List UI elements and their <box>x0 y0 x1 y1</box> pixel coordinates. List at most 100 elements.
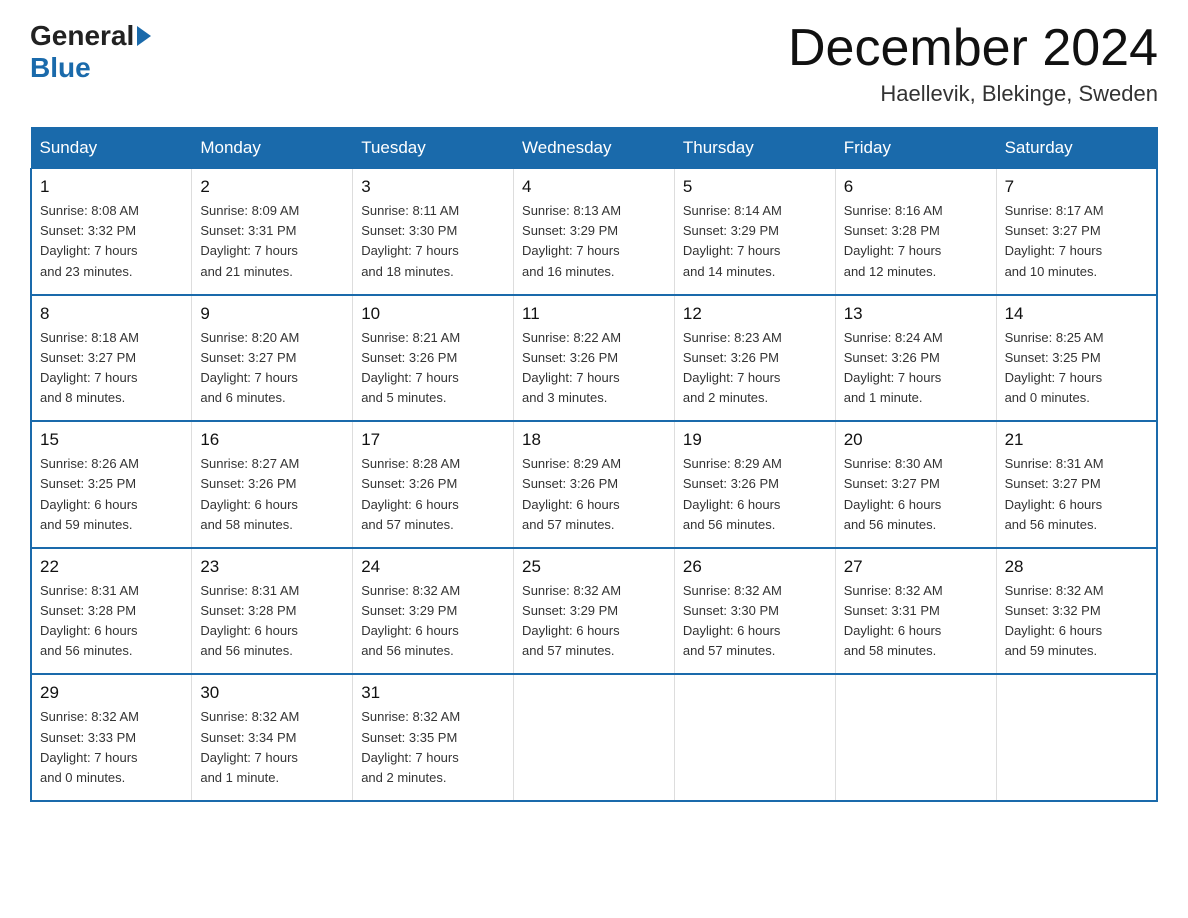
calendar-week-row: 22 Sunrise: 8:31 AM Sunset: 3:28 PM Dayl… <box>31 548 1157 675</box>
day-number: 16 <box>200 430 344 450</box>
calendar-cell: 24 Sunrise: 8:32 AM Sunset: 3:29 PM Dayl… <box>353 548 514 675</box>
day-number: 9 <box>200 304 344 324</box>
day-info: Sunrise: 8:32 AM Sunset: 3:30 PM Dayligh… <box>683 581 827 662</box>
day-info: Sunrise: 8:32 AM Sunset: 3:35 PM Dayligh… <box>361 707 505 788</box>
day-number: 14 <box>1005 304 1148 324</box>
day-info: Sunrise: 8:22 AM Sunset: 3:26 PM Dayligh… <box>522 328 666 409</box>
calendar-cell: 26 Sunrise: 8:32 AM Sunset: 3:30 PM Dayl… <box>674 548 835 675</box>
calendar-cell: 18 Sunrise: 8:29 AM Sunset: 3:26 PM Dayl… <box>514 421 675 548</box>
day-info: Sunrise: 8:31 AM Sunset: 3:27 PM Dayligh… <box>1005 454 1148 535</box>
calendar-week-row: 29 Sunrise: 8:32 AM Sunset: 3:33 PM Dayl… <box>31 674 1157 801</box>
day-number: 6 <box>844 177 988 197</box>
day-number: 15 <box>40 430 183 450</box>
column-header-saturday: Saturday <box>996 128 1157 169</box>
day-info: Sunrise: 8:29 AM Sunset: 3:26 PM Dayligh… <box>683 454 827 535</box>
day-number: 3 <box>361 177 505 197</box>
column-header-sunday: Sunday <box>31 128 192 169</box>
calendar-week-row: 1 Sunrise: 8:08 AM Sunset: 3:32 PM Dayli… <box>31 169 1157 295</box>
calendar-cell: 11 Sunrise: 8:22 AM Sunset: 3:26 PM Dayl… <box>514 295 675 422</box>
calendar-cell: 29 Sunrise: 8:32 AM Sunset: 3:33 PM Dayl… <box>31 674 192 801</box>
day-info: Sunrise: 8:27 AM Sunset: 3:26 PM Dayligh… <box>200 454 344 535</box>
day-number: 10 <box>361 304 505 324</box>
calendar-cell: 19 Sunrise: 8:29 AM Sunset: 3:26 PM Dayl… <box>674 421 835 548</box>
day-info: Sunrise: 8:32 AM Sunset: 3:29 PM Dayligh… <box>361 581 505 662</box>
day-info: Sunrise: 8:17 AM Sunset: 3:27 PM Dayligh… <box>1005 201 1148 282</box>
day-number: 7 <box>1005 177 1148 197</box>
day-info: Sunrise: 8:31 AM Sunset: 3:28 PM Dayligh… <box>40 581 183 662</box>
day-info: Sunrise: 8:31 AM Sunset: 3:28 PM Dayligh… <box>200 581 344 662</box>
day-info: Sunrise: 8:28 AM Sunset: 3:26 PM Dayligh… <box>361 454 505 535</box>
day-number: 30 <box>200 683 344 703</box>
day-info: Sunrise: 8:08 AM Sunset: 3:32 PM Dayligh… <box>40 201 183 282</box>
day-info: Sunrise: 8:11 AM Sunset: 3:30 PM Dayligh… <box>361 201 505 282</box>
calendar-cell <box>514 674 675 801</box>
day-number: 27 <box>844 557 988 577</box>
month-title: December 2024 <box>788 20 1158 77</box>
day-number: 24 <box>361 557 505 577</box>
calendar-cell: 16 Sunrise: 8:27 AM Sunset: 3:26 PM Dayl… <box>192 421 353 548</box>
day-number: 18 <box>522 430 666 450</box>
day-info: Sunrise: 8:25 AM Sunset: 3:25 PM Dayligh… <box>1005 328 1148 409</box>
column-header-monday: Monday <box>192 128 353 169</box>
day-number: 1 <box>40 177 183 197</box>
column-header-thursday: Thursday <box>674 128 835 169</box>
calendar-cell: 25 Sunrise: 8:32 AM Sunset: 3:29 PM Dayl… <box>514 548 675 675</box>
day-info: Sunrise: 8:18 AM Sunset: 3:27 PM Dayligh… <box>40 328 183 409</box>
logo: General Blue <box>30 20 153 84</box>
day-number: 12 <box>683 304 827 324</box>
day-number: 25 <box>522 557 666 577</box>
calendar-cell: 7 Sunrise: 8:17 AM Sunset: 3:27 PM Dayli… <box>996 169 1157 295</box>
calendar-week-row: 8 Sunrise: 8:18 AM Sunset: 3:27 PM Dayli… <box>31 295 1157 422</box>
day-info: Sunrise: 8:14 AM Sunset: 3:29 PM Dayligh… <box>683 201 827 282</box>
day-info: Sunrise: 8:29 AM Sunset: 3:26 PM Dayligh… <box>522 454 666 535</box>
calendar-cell: 15 Sunrise: 8:26 AM Sunset: 3:25 PM Dayl… <box>31 421 192 548</box>
day-info: Sunrise: 8:24 AM Sunset: 3:26 PM Dayligh… <box>844 328 988 409</box>
calendar-cell: 1 Sunrise: 8:08 AM Sunset: 3:32 PM Dayli… <box>31 169 192 295</box>
day-number: 11 <box>522 304 666 324</box>
calendar-cell: 28 Sunrise: 8:32 AM Sunset: 3:32 PM Dayl… <box>996 548 1157 675</box>
calendar-cell: 14 Sunrise: 8:25 AM Sunset: 3:25 PM Dayl… <box>996 295 1157 422</box>
day-info: Sunrise: 8:21 AM Sunset: 3:26 PM Dayligh… <box>361 328 505 409</box>
day-number: 2 <box>200 177 344 197</box>
day-number: 5 <box>683 177 827 197</box>
day-info: Sunrise: 8:20 AM Sunset: 3:27 PM Dayligh… <box>200 328 344 409</box>
calendar-cell <box>996 674 1157 801</box>
day-number: 28 <box>1005 557 1148 577</box>
day-info: Sunrise: 8:32 AM Sunset: 3:33 PM Dayligh… <box>40 707 183 788</box>
day-number: 26 <box>683 557 827 577</box>
day-info: Sunrise: 8:23 AM Sunset: 3:26 PM Dayligh… <box>683 328 827 409</box>
column-header-wednesday: Wednesday <box>514 128 675 169</box>
day-number: 23 <box>200 557 344 577</box>
page-header: General Blue December 2024 Haellevik, Bl… <box>30 20 1158 107</box>
day-number: 8 <box>40 304 183 324</box>
day-number: 22 <box>40 557 183 577</box>
calendar-cell: 8 Sunrise: 8:18 AM Sunset: 3:27 PM Dayli… <box>31 295 192 422</box>
day-number: 13 <box>844 304 988 324</box>
day-info: Sunrise: 8:16 AM Sunset: 3:28 PM Dayligh… <box>844 201 988 282</box>
calendar-cell: 22 Sunrise: 8:31 AM Sunset: 3:28 PM Dayl… <box>31 548 192 675</box>
day-info: Sunrise: 8:32 AM Sunset: 3:31 PM Dayligh… <box>844 581 988 662</box>
calendar-cell: 5 Sunrise: 8:14 AM Sunset: 3:29 PM Dayli… <box>674 169 835 295</box>
day-info: Sunrise: 8:32 AM Sunset: 3:32 PM Dayligh… <box>1005 581 1148 662</box>
calendar-cell: 6 Sunrise: 8:16 AM Sunset: 3:28 PM Dayli… <box>835 169 996 295</box>
calendar-cell: 31 Sunrise: 8:32 AM Sunset: 3:35 PM Dayl… <box>353 674 514 801</box>
calendar-cell <box>835 674 996 801</box>
calendar-cell: 12 Sunrise: 8:23 AM Sunset: 3:26 PM Dayl… <box>674 295 835 422</box>
day-info: Sunrise: 8:30 AM Sunset: 3:27 PM Dayligh… <box>844 454 988 535</box>
calendar-cell: 4 Sunrise: 8:13 AM Sunset: 3:29 PM Dayli… <box>514 169 675 295</box>
logo-general-text: General <box>30 20 134 52</box>
logo-arrow-icon <box>137 26 151 46</box>
calendar-cell: 20 Sunrise: 8:30 AM Sunset: 3:27 PM Dayl… <box>835 421 996 548</box>
calendar-cell: 10 Sunrise: 8:21 AM Sunset: 3:26 PM Dayl… <box>353 295 514 422</box>
title-block: December 2024 Haellevik, Blekinge, Swede… <box>788 20 1158 107</box>
day-number: 4 <box>522 177 666 197</box>
calendar-cell: 27 Sunrise: 8:32 AM Sunset: 3:31 PM Dayl… <box>835 548 996 675</box>
day-info: Sunrise: 8:13 AM Sunset: 3:29 PM Dayligh… <box>522 201 666 282</box>
day-info: Sunrise: 8:32 AM Sunset: 3:29 PM Dayligh… <box>522 581 666 662</box>
day-info: Sunrise: 8:09 AM Sunset: 3:31 PM Dayligh… <box>200 201 344 282</box>
calendar-cell: 2 Sunrise: 8:09 AM Sunset: 3:31 PM Dayli… <box>192 169 353 295</box>
calendar-week-row: 15 Sunrise: 8:26 AM Sunset: 3:25 PM Dayl… <box>31 421 1157 548</box>
location-subtitle: Haellevik, Blekinge, Sweden <box>788 81 1158 107</box>
day-info: Sunrise: 8:32 AM Sunset: 3:34 PM Dayligh… <box>200 707 344 788</box>
column-header-friday: Friday <box>835 128 996 169</box>
